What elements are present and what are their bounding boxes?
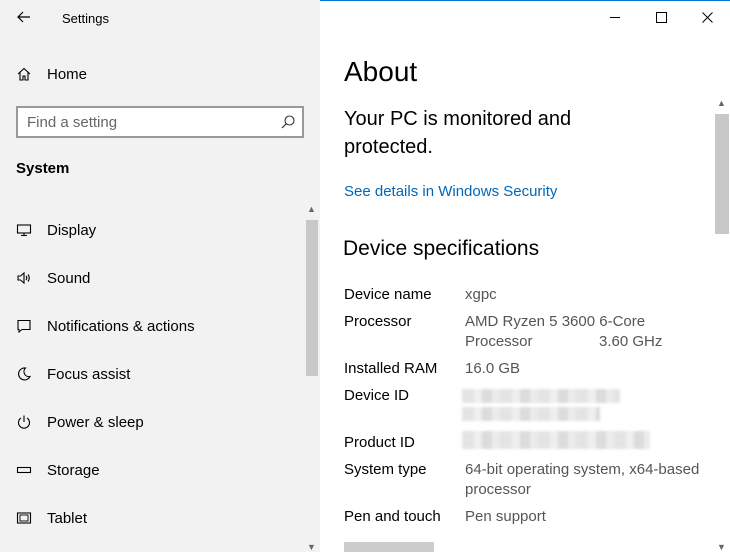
pen-touch-label: Pen and touch xyxy=(344,508,441,525)
search-icon[interactable] xyxy=(279,113,297,131)
page-title: About xyxy=(344,56,418,87)
windows-security-link[interactable]: See details in Windows Security xyxy=(344,183,557,200)
sidebar-item-label: Display xyxy=(47,221,97,239)
search-box[interactable] xyxy=(16,106,304,138)
close-button[interactable] xyxy=(684,0,730,34)
sound-icon xyxy=(14,268,34,288)
maximize-icon xyxy=(655,11,667,23)
ram-value: 16.0 GB xyxy=(465,360,521,377)
home-icon xyxy=(14,64,34,84)
ram-label: Installed RAM xyxy=(344,360,438,377)
sidebar-item-label: Tablet xyxy=(47,509,88,527)
minimize-icon xyxy=(609,16,620,18)
minimize-button[interactable] xyxy=(592,0,638,34)
back-button[interactable] xyxy=(10,4,38,30)
device-id-label: Device ID xyxy=(344,387,410,404)
device-id-redacted xyxy=(462,389,620,403)
sidebar-item-display[interactable]: Display xyxy=(0,206,304,254)
device-specs-title: Device specifications xyxy=(343,237,540,260)
app-title: Settings xyxy=(62,11,109,26)
tablet-icon xyxy=(14,508,34,528)
arrow-left-icon xyxy=(17,11,30,23)
maximize-button[interactable] xyxy=(638,0,684,34)
storage-icon xyxy=(14,460,34,480)
sidebar-scrollbar[interactable]: ▲ ▼ xyxy=(305,202,319,552)
sidebar-item-focus-assist[interactable]: Focus assist xyxy=(0,350,304,398)
sidebar-item-notifications[interactable]: Notifications & actions xyxy=(0,302,304,350)
device-id-redacted-line2 xyxy=(462,407,600,421)
sidebar-item-label: Focus assist xyxy=(47,365,131,383)
system-type-value: 64-bit operating system, x64-based proce… xyxy=(465,461,700,498)
sidebar-item-power-sleep[interactable]: Power & sleep xyxy=(0,398,304,446)
system-type-label: System type xyxy=(344,461,427,478)
sidebar-item-label: Power & sleep xyxy=(47,413,144,431)
sidebar-item-label: Sound xyxy=(47,269,91,287)
processor-speed: 3.60 GHz xyxy=(599,333,663,350)
device-name-label: Device name xyxy=(344,286,432,303)
nav-home-label: Home xyxy=(47,65,88,83)
sidebar-item-tablet[interactable]: Tablet xyxy=(0,494,304,542)
main-scrollbar[interactable]: ▲ ▼ xyxy=(714,96,730,552)
processor-value: AMD Ryzen 5 3600 6-Core xyxy=(465,313,646,330)
processor-value-line2: Processor xyxy=(465,333,533,350)
product-id-redacted xyxy=(462,431,650,449)
power-icon xyxy=(14,412,34,432)
security-status: Your PC is monitored and protected. xyxy=(344,108,572,158)
display-icon xyxy=(14,220,34,240)
scroll-down-icon[interactable]: ▼ xyxy=(307,542,316,552)
scroll-up-icon[interactable]: ▲ xyxy=(307,204,316,214)
scroll-up-icon[interactable]: ▲ xyxy=(717,98,726,108)
nav-home[interactable]: Home xyxy=(0,58,320,90)
scrollbar-thumb[interactable] xyxy=(306,220,318,376)
notifications-icon xyxy=(14,316,34,336)
device-name-value: xgpc xyxy=(465,286,497,303)
sidebar-nav: Display Sound Notifications & actions Fo… xyxy=(0,206,304,542)
rename-pc-button[interactable] xyxy=(344,542,434,552)
processor-label: Processor xyxy=(344,313,412,330)
sidebar-item-sound[interactable]: Sound xyxy=(0,254,304,302)
pen-touch-value: Pen support xyxy=(465,508,546,525)
moon-icon xyxy=(14,364,34,384)
scrollbar-thumb[interactable] xyxy=(715,114,729,234)
search-input[interactable] xyxy=(27,113,267,131)
close-icon xyxy=(701,11,713,23)
sidebar-item-label: Storage xyxy=(47,461,100,479)
sidebar-item-label: Notifications & actions xyxy=(47,317,195,335)
product-id-label: Product ID xyxy=(344,434,415,451)
sidebar-item-storage[interactable]: Storage xyxy=(0,446,304,494)
section-title: System xyxy=(16,160,70,177)
scroll-down-icon[interactable]: ▼ xyxy=(717,542,726,552)
